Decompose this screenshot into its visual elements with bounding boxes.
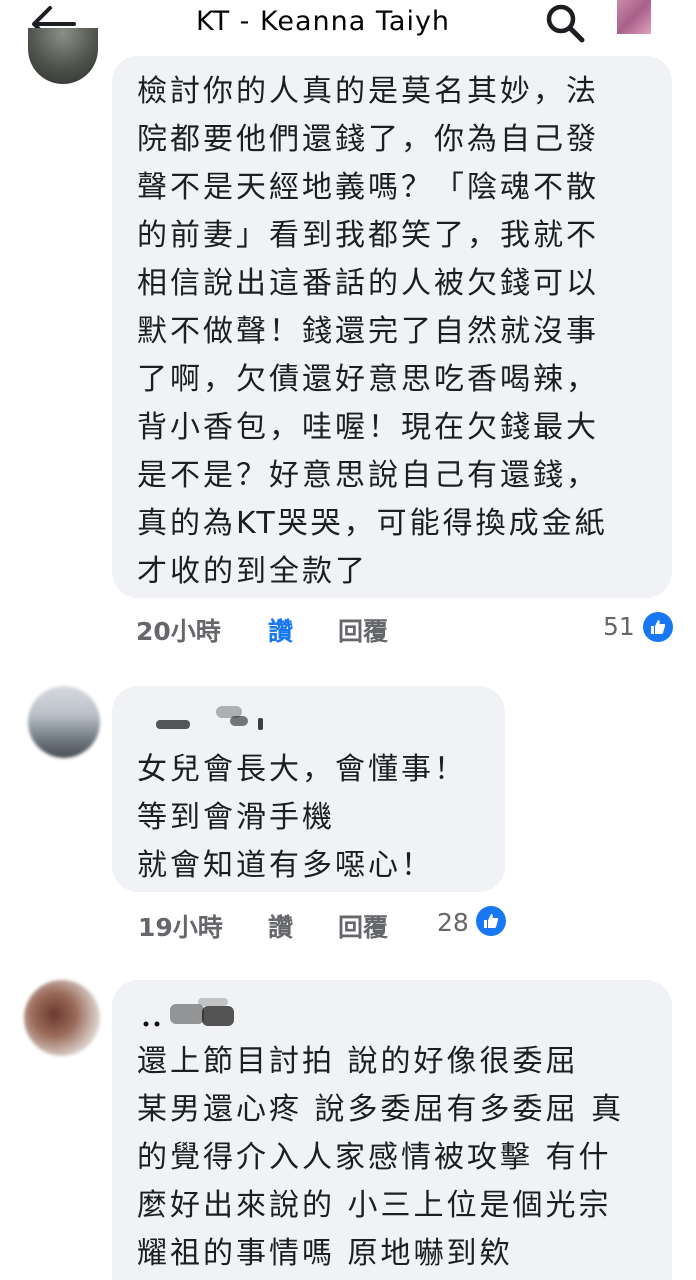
comment-text: 女兒會長大，會懂事！ 等到會滑手機 就會知道有多噁心！ xyxy=(137,752,467,883)
page-title: KT - Keanna Taiyh xyxy=(196,6,451,37)
reply-button[interactable]: 回覆 xyxy=(338,908,388,944)
comment-text: 還上節目討拍 說的好像很委屈 某男還心疼 說多委屈有多委屈 真 的覺得介入人家感… xyxy=(137,1044,625,1271)
avatar[interactable] xyxy=(24,980,100,1056)
reply-button[interactable]: 回覆 xyxy=(338,612,388,648)
blurred-author-name xyxy=(140,994,250,1032)
thumbs-up-icon xyxy=(643,612,673,642)
comment-time: 19小時 xyxy=(138,913,223,942)
blurred-author-name xyxy=(148,700,278,734)
comment-text: 檢討你的人真的是莫名其妙，法 院都要他們還錢了，你為自己發 聲不是天經地義嗎？「… xyxy=(137,74,608,589)
like-button[interactable]: 讚 xyxy=(268,908,293,944)
like-count: 28 xyxy=(437,908,469,937)
thumbs-up-icon xyxy=(476,906,506,936)
comment-time: 20小時 xyxy=(136,617,221,646)
avatar[interactable] xyxy=(28,28,98,84)
avatar[interactable] xyxy=(28,686,100,758)
profile-thumbnail[interactable] xyxy=(617,0,651,34)
like-button[interactable]: 讚 xyxy=(268,612,293,648)
like-count: 51 xyxy=(603,612,635,641)
search-icon[interactable] xyxy=(544,2,586,44)
top-bar: KT - Keanna Taiyh xyxy=(0,0,696,56)
